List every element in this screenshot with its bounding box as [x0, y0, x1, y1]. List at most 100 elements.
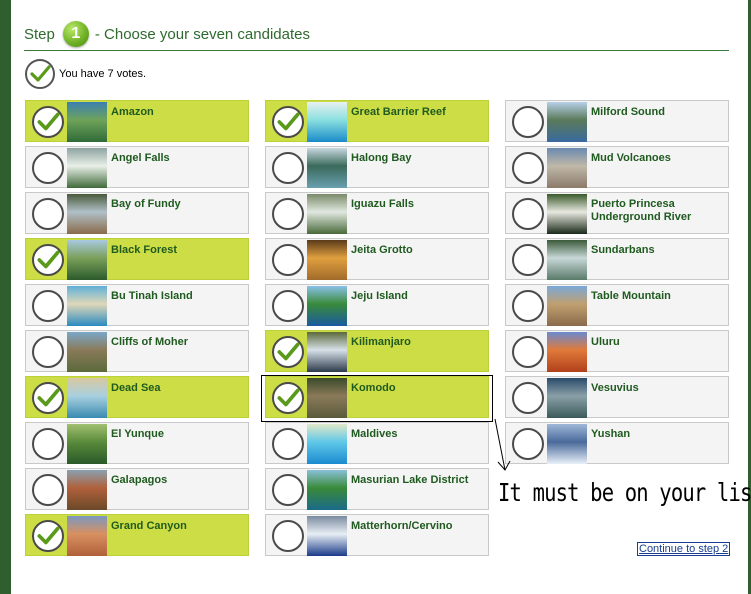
thumbnail-grotto-icon: [307, 240, 347, 280]
thumbnail-lake-icon: [307, 470, 347, 510]
checkmark-icon[interactable]: [272, 336, 304, 368]
candidate-label: Matterhorn/Cervino: [351, 520, 453, 532]
radio-circle-icon[interactable]: [512, 106, 544, 138]
candidate-label: Great Barrier Reef: [351, 106, 446, 118]
radio-circle-icon[interactable]: [512, 336, 544, 368]
candidate-card-table-mountain[interactable]: Table Mountain: [505, 284, 729, 326]
candidate-card-jeita-grotto[interactable]: Jeita Grotto: [265, 238, 489, 280]
checkmark-icon[interactable]: [272, 106, 304, 138]
thumbnail-iguana-icon: [67, 470, 107, 510]
candidate-card-bu-tinah-island[interactable]: Bu Tinah Island: [25, 284, 249, 326]
radio-circle-icon[interactable]: [272, 428, 304, 460]
candidate-card-maldives[interactable]: Maldives: [265, 422, 489, 464]
candidate-label: Vesuvius: [591, 382, 639, 394]
radio-circle-icon[interactable]: [32, 198, 64, 230]
thumbnail-sea-icon: [67, 378, 107, 418]
candidate-label: Uluru: [591, 336, 620, 348]
candidate-card-vesuvius[interactable]: Vesuvius: [505, 376, 729, 418]
radio-circle-icon[interactable]: [32, 290, 64, 322]
candidate-card-dead-sea[interactable]: Dead Sea: [25, 376, 249, 418]
radio-circle-icon[interactable]: [32, 474, 64, 506]
candidate-label: Halong Bay: [351, 152, 412, 164]
candidate-label: Masurian Lake District: [351, 474, 469, 486]
checkmark-icon[interactable]: [32, 520, 64, 552]
candidate-card-black-forest[interactable]: Black Forest: [25, 238, 249, 280]
candidate-label: Dead Sea: [111, 382, 161, 394]
votes-text: You have 7 votes.: [59, 68, 147, 80]
radio-circle-icon[interactable]: [32, 336, 64, 368]
thumbnail-cave-icon: [547, 194, 587, 234]
radio-circle-icon[interactable]: [512, 244, 544, 276]
candidate-card-angel-falls[interactable]: Angel Falls: [25, 146, 249, 188]
step-number-badge: 1: [62, 21, 89, 47]
candidate-card-amazon[interactable]: Amazon: [25, 100, 249, 142]
candidate-card-bay-of-fundy[interactable]: Bay of Fundy: [25, 192, 249, 234]
candidate-card-sundarbans[interactable]: Sundarbans: [505, 238, 729, 280]
radio-circle-icon[interactable]: [272, 474, 304, 506]
candidate-card-masurian-lake-district[interactable]: Masurian Lake District: [265, 468, 489, 510]
thumbnail-falls-icon: [307, 194, 347, 234]
candidate-label: Amazon: [111, 106, 154, 118]
candidate-card-uluru[interactable]: Uluru: [505, 330, 729, 372]
radio-circle-icon[interactable]: [272, 290, 304, 322]
candidate-label: Bu Tinah Island: [111, 290, 193, 302]
checkmark-icon: [25, 59, 55, 89]
candidate-card-halong-bay[interactable]: Halong Bay: [265, 146, 489, 188]
thumbnail-cliffs-icon: [67, 332, 107, 372]
radio-circle-icon[interactable]: [512, 290, 544, 322]
radio-circle-icon[interactable]: [272, 244, 304, 276]
candidate-card-puerto-princesa-underground-river[interactable]: Puerto Princesa Underground River: [505, 192, 729, 234]
radio-circle-icon[interactable]: [512, 382, 544, 414]
votes-status: You have 7 votes.: [25, 59, 146, 89]
checkmark-icon[interactable]: [32, 106, 64, 138]
continue-button[interactable]: Continue to step 2: [637, 542, 731, 556]
candidate-label: Sundarbans: [591, 244, 655, 256]
thumbnail-mountain-icon: [307, 332, 347, 372]
candidate-label: Bay of Fundy: [111, 198, 181, 210]
radio-circle-icon[interactable]: [272, 520, 304, 552]
candidate-label: Iguazu Falls: [351, 198, 414, 210]
candidate-card-yushan[interactable]: Yushan: [505, 422, 729, 464]
thumbnail-snow-peak-icon: [547, 424, 587, 464]
checkmark-icon[interactable]: [272, 382, 304, 414]
candidate-label: Milford Sound: [591, 106, 665, 118]
radio-circle-icon[interactable]: [32, 152, 64, 184]
radio-circle-icon[interactable]: [272, 198, 304, 230]
candidate-card-grand-canyon[interactable]: Grand Canyon: [25, 514, 249, 556]
candidate-card-milford-sound[interactable]: Milford Sound: [505, 100, 729, 142]
radio-circle-icon[interactable]: [512, 152, 544, 184]
checkmark-icon[interactable]: [32, 244, 64, 276]
candidate-card-jeju-island[interactable]: Jeju Island: [265, 284, 489, 326]
thumbnail-forest-river-icon: [67, 102, 107, 142]
candidate-label: Black Forest: [111, 244, 178, 256]
candidate-card-great-barrier-reef[interactable]: Great Barrier Reef: [265, 100, 489, 142]
candidate-label: El Yunque: [111, 428, 164, 440]
thumbnail-fjord-icon: [547, 102, 587, 142]
step-label: Step: [24, 25, 55, 43]
candidate-card-kilimanjaro[interactable]: Kilimanjaro: [265, 330, 489, 372]
thumbnail-red-rock-icon: [547, 332, 587, 372]
candidate-label: Maldives: [351, 428, 398, 440]
thumbnail-reef-icon: [307, 102, 347, 142]
radio-circle-icon[interactable]: [32, 428, 64, 460]
candidate-card-mud-volcanoes[interactable]: Mud Volcanoes: [505, 146, 729, 188]
candidate-card-iguazu-falls[interactable]: Iguazu Falls: [265, 192, 489, 234]
candidate-card-cliffs-of-moher[interactable]: Cliffs of Moher: [25, 330, 249, 372]
checkmark-icon[interactable]: [32, 382, 64, 414]
candidate-card-matterhorn-cervino[interactable]: Matterhorn/Cervino: [265, 514, 489, 556]
candidate-label: Komodo: [351, 382, 396, 394]
candidate-label: Mud Volcanoes: [591, 152, 671, 164]
thumbnail-lizard-icon: [307, 378, 347, 418]
candidate-label: Puerto Princesa Underground River: [591, 198, 692, 223]
candidate-card-el-yunque[interactable]: El Yunque: [25, 422, 249, 464]
candidate-label: Jeju Island: [351, 290, 408, 302]
thumbnail-waterfall-icon: [67, 148, 107, 188]
radio-circle-icon[interactable]: [512, 428, 544, 460]
candidate-label: Grand Canyon: [111, 520, 187, 532]
thumbnail-island-blue-icon: [307, 286, 347, 326]
candidate-card-komodo[interactable]: Komodo: [265, 376, 489, 418]
candidate-label: Jeita Grotto: [351, 244, 413, 256]
radio-circle-icon[interactable]: [512, 198, 544, 230]
candidate-card-galapagos[interactable]: Galapagos: [25, 468, 249, 510]
radio-circle-icon[interactable]: [272, 152, 304, 184]
